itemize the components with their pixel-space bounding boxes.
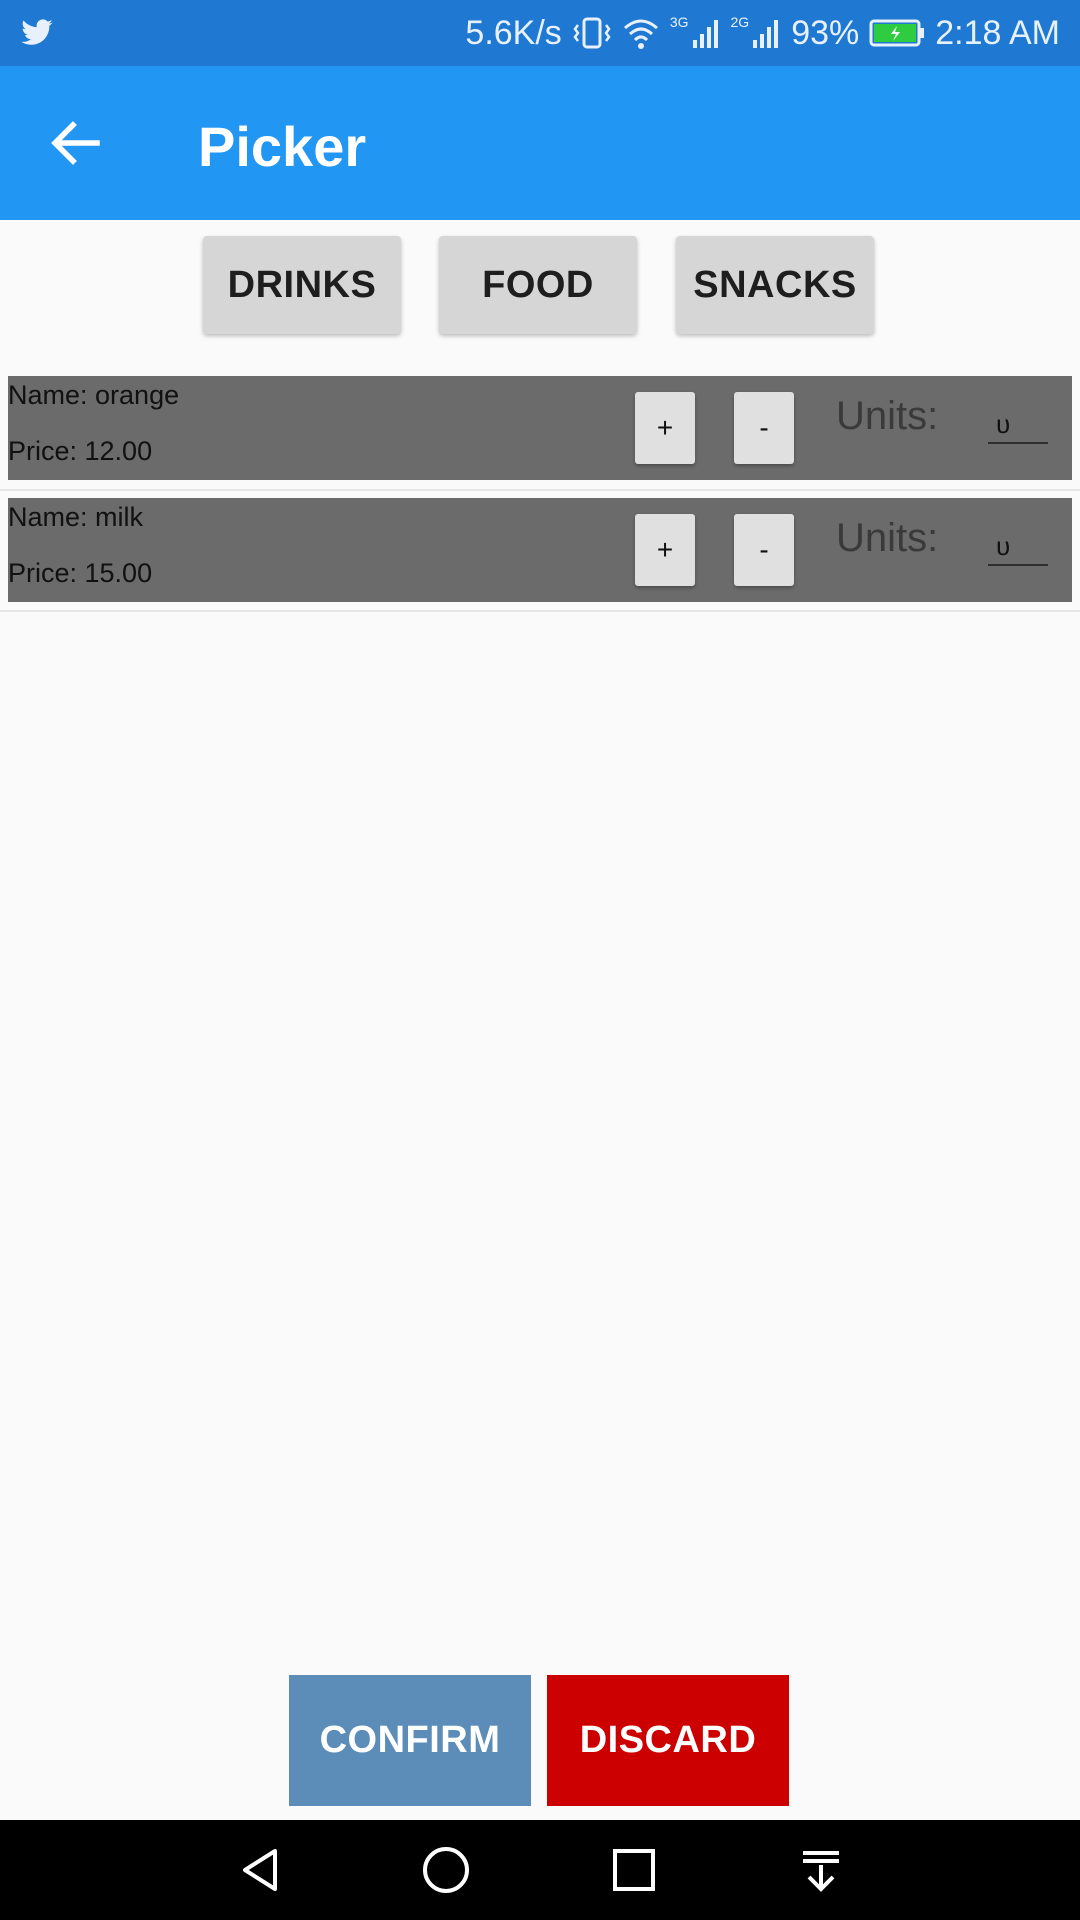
divider <box>0 610 1080 612</box>
status-bar: 5.6K/s 3G 2G 93% 2:18 AM <box>0 0 1080 66</box>
signal-icon <box>692 20 718 48</box>
nav-back-icon[interactable] <box>235 1845 285 1895</box>
battery-percent: 93% <box>791 13 860 52</box>
item-name: Name: milk <box>8 502 144 532</box>
navigation-bar <box>0 1820 1080 1920</box>
arrow-back-icon <box>51 121 100 165</box>
units-label: Units: <box>836 394 939 438</box>
list-item: Name: orange Price: 12.00 + - Units: ᴜ <box>8 376 1072 480</box>
clock: 2:18 AM <box>935 13 1060 52</box>
app-bar: Picker <box>0 66 1080 220</box>
wifi-icon <box>623 19 658 49</box>
net-3g-label: 3G <box>669 14 689 30</box>
page-title: Picker <box>198 115 367 178</box>
units-input[interactable]: ᴜ <box>988 404 1048 444</box>
snacks-button[interactable]: SNACKS <box>676 236 874 334</box>
increment-button[interactable]: + <box>635 392 695 464</box>
units-input[interactable]: ᴜ <box>988 526 1048 566</box>
network-speed: 5.6K/s <box>465 13 562 52</box>
signal-icon <box>753 20 779 48</box>
back-button[interactable] <box>40 111 110 175</box>
list-item: Name: milk Price: 15.00 + - Units: ᴜ <box>8 498 1072 602</box>
twitter-icon <box>21 19 53 45</box>
vibrate-icon <box>573 17 611 49</box>
food-button[interactable]: FOOD <box>439 236 637 334</box>
nav-home-icon[interactable] <box>421 1845 471 1895</box>
drinks-button[interactable]: DRINKS <box>203 236 401 334</box>
battery-charging-icon <box>869 19 925 47</box>
divider <box>0 489 1080 491</box>
item-price: Price: 12.00 <box>8 436 153 466</box>
units-label: Units: <box>836 516 939 560</box>
decrement-button[interactable]: - <box>734 514 794 586</box>
item-name: Name: orange <box>8 380 180 410</box>
discard-button[interactable]: DISCARD <box>547 1675 789 1806</box>
nav-recents-icon[interactable] <box>609 1845 659 1895</box>
item-price: Price: 15.00 <box>8 558 153 588</box>
nav-notifications-icon[interactable] <box>796 1845 846 1895</box>
decrement-button[interactable]: - <box>734 392 794 464</box>
increment-button[interactable]: + <box>635 514 695 586</box>
net-2g-label: 2G <box>730 14 750 30</box>
confirm-button[interactable]: CONFIRM <box>289 1675 531 1806</box>
